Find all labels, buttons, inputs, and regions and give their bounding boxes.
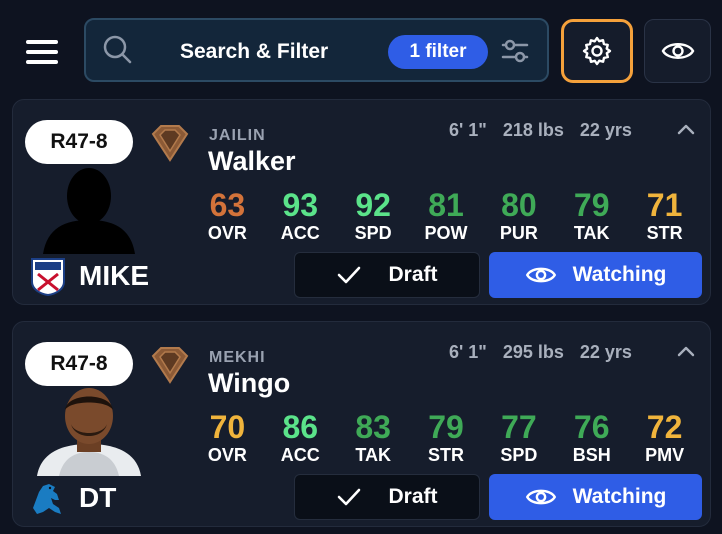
hamburger-menu-icon[interactable]: [22, 34, 62, 70]
stat-label: STR: [428, 445, 464, 465]
player-bio: 6' 1" 218 lbs 22 yrs: [449, 120, 632, 141]
stat-value: 76: [573, 409, 610, 445]
stat-item: 76 BSH: [555, 410, 628, 465]
player-headshot-silhouette: [43, 168, 135, 254]
stat-label: SPD: [354, 223, 392, 243]
stat-label: STR: [646, 223, 683, 243]
stat-value: 71: [646, 187, 683, 223]
stat-label: TAK: [355, 445, 391, 465]
stat-label: OVR: [207, 223, 247, 243]
player-age: 22 yrs: [579, 342, 632, 362]
stat-label: PUR: [499, 223, 538, 243]
watching-button[interactable]: Watching: [489, 252, 702, 298]
stat-value: 86: [282, 409, 319, 445]
round-pick-badge: R47-8: [25, 342, 133, 386]
stat-item: 81 POW: [410, 188, 483, 243]
stat-value: 80: [501, 187, 537, 223]
eye-icon: [525, 489, 556, 505]
player-first-name: MEKHI: [209, 349, 266, 366]
search-filter-bar[interactable]: Search & Filter 1 filter: [84, 18, 549, 82]
round-pick-badge: R47-8: [25, 120, 133, 164]
bronze-rank-gem-icon: [151, 347, 189, 384]
checkmark-icon: [338, 488, 361, 506]
stat-value: 79: [428, 409, 464, 445]
stat-item: 80 PUR: [482, 188, 555, 243]
stat-item: 63 OVR: [191, 188, 264, 243]
gear-icon: [582, 36, 612, 66]
player-height: 6' 1": [449, 342, 487, 362]
bronze-rank-gem-icon: [151, 125, 189, 162]
player-bio: 6' 1" 295 lbs 22 yrs: [449, 342, 632, 363]
stat-value: 72: [646, 409, 683, 445]
stat-label: ACC: [280, 223, 320, 243]
draft-label: Draft: [388, 485, 438, 508]
player-weight: 218 lbs: [502, 120, 564, 140]
settings-button[interactable]: [561, 19, 633, 83]
player-stats: 70 OVR 86 ACC 83 TAK 79 STR 77 SPD 76 BS…: [191, 410, 701, 465]
nfl-shield-icon: [31, 258, 65, 296]
stat-label: ACC: [280, 445, 320, 465]
draft-label: Draft: [388, 263, 438, 286]
search-label: Search & Filter: [180, 40, 329, 63]
eye-icon: [661, 43, 694, 59]
stat-item: 86 ACC: [264, 410, 337, 465]
stat-value: 77: [501, 409, 537, 445]
stat-label: SPD: [500, 445, 538, 465]
stat-value: 93: [282, 187, 319, 223]
stat-item: 71 STR: [628, 188, 701, 243]
player-last-name: Walker: [208, 146, 296, 176]
stat-value: 81: [428, 187, 464, 223]
player-weight: 295 lbs: [502, 342, 564, 362]
stat-item: 93 ACC: [264, 188, 337, 243]
stat-item: 92 SPD: [337, 188, 410, 243]
eye-icon: [525, 267, 556, 283]
stat-item: 79 TAK: [555, 188, 628, 243]
stat-value: 79: [573, 187, 610, 223]
stat-label: POW: [424, 223, 468, 243]
stat-value: 83: [355, 409, 391, 445]
watching-label: Watching: [572, 263, 667, 286]
stat-label: TAK: [573, 223, 610, 243]
stat-label: BSH: [572, 445, 611, 465]
top-bar: Search & Filter 1 filter: [0, 0, 722, 98]
search-icon: [103, 35, 132, 64]
filter-count-badge[interactable]: 1 filter: [388, 35, 488, 69]
player-height: 6' 1": [449, 120, 487, 140]
player-stats: 63 OVR 93 ACC 92 SPD 81 POW 80 PUR 79 TA…: [191, 188, 701, 243]
stat-item: 70 OVR: [191, 410, 264, 465]
watching-label: Watching: [572, 485, 667, 508]
player-last-name: Wingo: [208, 368, 291, 398]
player-card[interactable]: R47-8 DT MEKHI Wingo 6' 1" 295 lbs 22 yr…: [12, 321, 711, 527]
lions-logo-icon: [33, 484, 61, 514]
stat-item: 83 TAK: [337, 410, 410, 465]
player-first-name: JAILIN: [209, 127, 266, 144]
visibility-toggle-button[interactable]: [644, 19, 711, 83]
stat-item: 79 STR: [410, 410, 483, 465]
draft-button[interactable]: Draft: [294, 252, 480, 298]
stat-value: 70: [209, 409, 246, 445]
draft-button[interactable]: Draft: [294, 474, 480, 520]
stat-label: PMV: [645, 445, 685, 465]
chevron-up-icon[interactable]: [675, 122, 697, 138]
stat-value: 63: [209, 187, 246, 223]
checkmark-icon: [338, 266, 361, 284]
filter-sliders-icon[interactable]: [500, 36, 530, 66]
stat-value: 92: [355, 187, 391, 223]
player-age: 22 yrs: [579, 120, 632, 140]
stat-item: 77 SPD: [482, 410, 555, 465]
player-card[interactable]: R47-8 MIKE JAILIN Walker 6' 1" 218 lbs 2…: [12, 99, 711, 305]
player-position: MIKE: [79, 260, 149, 291]
stat-label: OVR: [207, 445, 247, 465]
stat-item: 72 PMV: [628, 410, 701, 465]
player-position: DT: [79, 482, 117, 513]
watching-button[interactable]: Watching: [489, 474, 702, 520]
chevron-up-icon[interactable]: [675, 344, 697, 360]
player-headshot-photo: [37, 388, 141, 476]
